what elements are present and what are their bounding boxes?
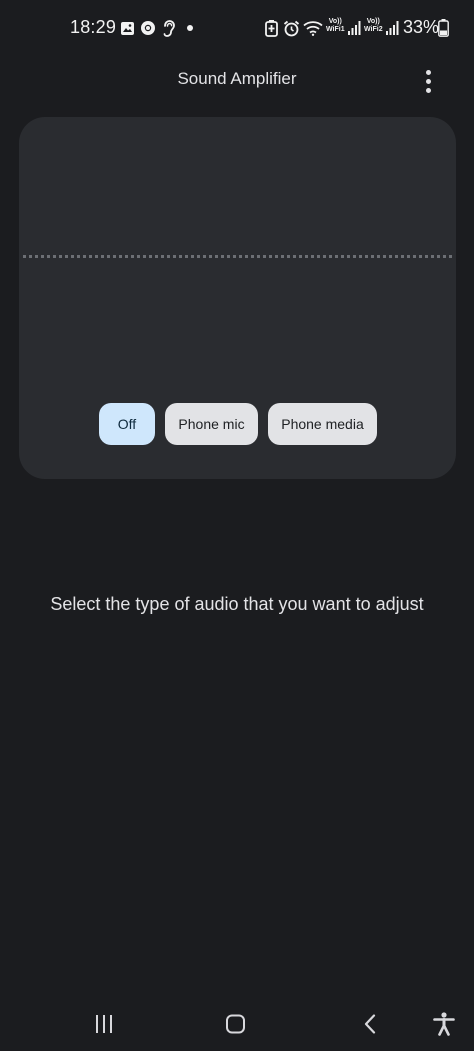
wifi-icon (303, 19, 323, 37)
more-vert-icon (425, 69, 431, 75)
battery-icon (437, 19, 449, 37)
hearing-icon (161, 19, 177, 37)
off-chip[interactable]: Off (99, 403, 155, 445)
back-icon (364, 1014, 376, 1034)
status-time: 18:29 (70, 17, 117, 37)
phone-mic-chip[interactable]: Phone mic (165, 403, 258, 445)
gallery-icon (119, 19, 135, 37)
accessibility-icon (433, 1012, 455, 1036)
battery-saver-icon (264, 19, 278, 37)
signal-icon-sim2 (385, 19, 399, 37)
more-options-button[interactable] (412, 62, 444, 100)
battery-percent: 33% (403, 17, 440, 37)
volte-wifi1-indicator: Vo)) WiFi1 (326, 18, 345, 33)
back-button[interactable] (350, 1006, 390, 1042)
signal-icon-sim1 (347, 19, 361, 37)
chrome-icon (140, 19, 156, 37)
home-button[interactable] (216, 1006, 256, 1042)
recent-apps-button[interactable] (84, 1006, 124, 1042)
instruction-text: Select the type of audio that you want t… (50, 594, 424, 614)
home-icon (226, 1014, 245, 1034)
accessibility-button[interactable] (424, 1006, 464, 1042)
recent-apps-icon (96, 1015, 112, 1033)
alarm-icon (282, 19, 300, 37)
audio-source-selector: Off Phone mic Phone media (99, 403, 377, 445)
sound-visualizer-card: Off Phone mic Phone media (19, 117, 456, 479)
phone-media-chip[interactable]: Phone media (268, 403, 377, 445)
status-bar: 18:29 Vo)) WiFi1 Vo)) WiFi2 33% (0, 0, 474, 56)
notification-dot (187, 25, 193, 31)
volte-wifi2-indicator: Vo)) WiFi2 (364, 18, 383, 33)
page-title: Sound Amplifier (177, 69, 297, 88)
sound-level-line (23, 255, 452, 258)
